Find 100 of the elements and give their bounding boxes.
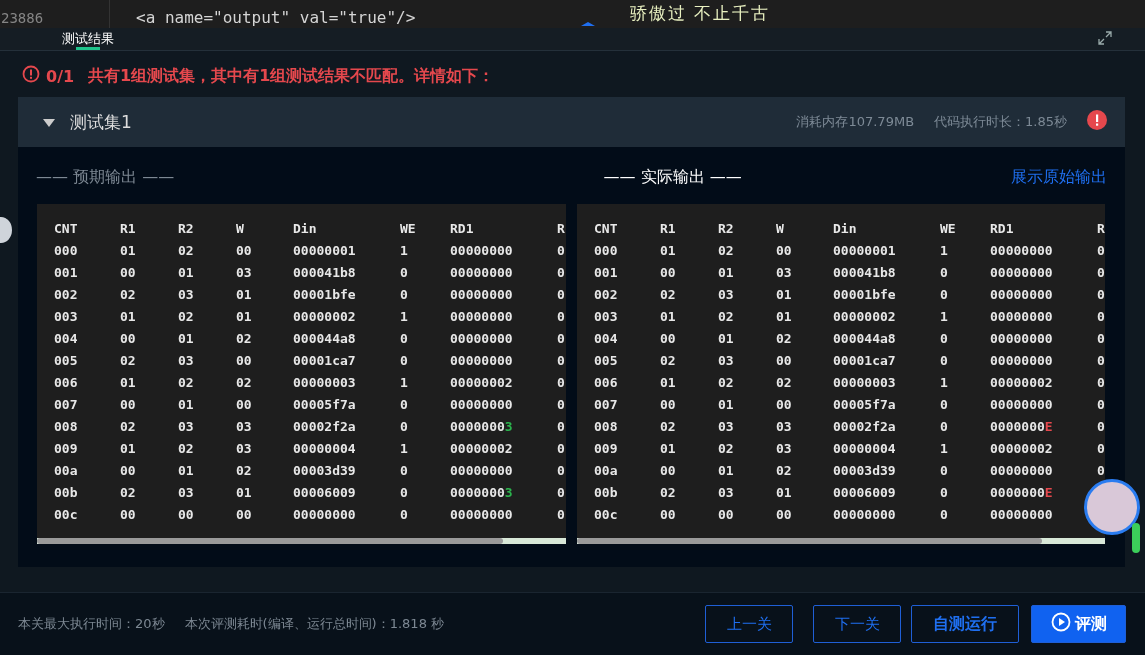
table-cell-text: 0 (400, 352, 409, 370)
table-cell-text: 00000002 (833, 308, 897, 326)
column-header: R2 (718, 220, 735, 238)
table-cell-text: 03 (776, 440, 793, 458)
action-button[interactable]: 评测 (1031, 605, 1126, 643)
horizontal-scrollbar[interactable] (577, 538, 1105, 544)
show-raw-output-link[interactable]: 展示原始输出 (1011, 167, 1107, 188)
table-cell-text: 00 (718, 506, 735, 524)
table-cell-text: 00 (236, 396, 253, 414)
table-cell-text: 0 (940, 462, 949, 480)
table-cell-text: 1 (940, 308, 949, 326)
table-cell-text: 007 (594, 396, 619, 414)
table-cell-text: 000041b8 (833, 264, 897, 282)
table-cell-text: 0 (557, 396, 566, 414)
table-cell-text: 01 (120, 242, 137, 260)
memory-usage: 消耗内存107.79MB (796, 113, 915, 131)
table-cell-text: 00000000 (990, 396, 1054, 414)
column-header: R (1097, 220, 1105, 238)
table-cell-text: 00000001 (293, 242, 357, 260)
table-cell-text: 0 (557, 308, 566, 326)
table-cell-text: 02 (178, 242, 195, 260)
max-time-text: 本关最大执行时间：20秒 (18, 615, 165, 633)
table-cell-text: 00 (660, 396, 677, 414)
table-cell-text: 1 (940, 440, 949, 458)
table-cell-text: 03 (718, 484, 735, 502)
table-cell-text: 01 (178, 330, 195, 348)
table-cell-text: 00000000 (450, 352, 514, 370)
table-cell-text: 02 (120, 352, 137, 370)
column-header: WE (940, 220, 957, 238)
table-cell-text: 0 (940, 506, 949, 524)
table-cell-text: 03 (718, 286, 735, 304)
table-cell-text: 0 (400, 286, 409, 304)
horizontal-scrollbar[interactable] (37, 538, 566, 544)
table-cell-text: 02 (178, 374, 195, 392)
test-set-header[interactable]: 测试集1 消耗内存107.79MB 代码执行时长：1.85秒 (18, 97, 1125, 147)
table-cell-text: 00000002 (293, 308, 357, 326)
table-cell-text: 0 (400, 264, 409, 282)
table-cell-text: 00000000 (990, 462, 1054, 480)
table-cell-text: 03 (236, 418, 253, 436)
table-cell-text: 00000000 (450, 242, 514, 260)
table-cell-text: 01 (236, 286, 253, 304)
result-message: 共有1组测试集，其中有1组测试结果不匹配。详情如下： (88, 65, 495, 87)
table-cell-text: 00 (660, 264, 677, 282)
table-cell-text: 002 (54, 286, 79, 304)
table-cell-text: 0 (400, 484, 409, 502)
column-header: RD1 (990, 220, 1015, 238)
table-cell-text: 0 (557, 330, 566, 348)
table-cell-text: 01 (776, 484, 793, 502)
table-cell-text: 01 (718, 462, 735, 480)
table-cell-text: 00000000 (450, 308, 514, 326)
table-cell-text: 0 (940, 352, 949, 370)
table-cell-text: 0 (940, 396, 949, 414)
scroll-indicator (1132, 523, 1140, 553)
table-cell-text: 02 (660, 286, 677, 304)
table-cell-text: 02 (718, 242, 735, 260)
table-cell-text: 00 (660, 330, 677, 348)
table-cell-text: 0 (400, 330, 409, 348)
table-cell-text: 02 (660, 418, 677, 436)
column-header: Din (833, 220, 858, 238)
table-cell-text: 0 (1097, 330, 1105, 348)
table-cell-text: 00c (54, 506, 79, 524)
table-cell-text: 01 (718, 330, 735, 348)
table-cell-text: 01 (236, 308, 253, 326)
table-cell-text: 00000000 (990, 330, 1054, 348)
table-cell-text: 00000003 (450, 418, 514, 436)
table-cell-text: 00000004 (833, 440, 897, 458)
table-cell-text: 0 (1097, 264, 1105, 282)
action-button[interactable]: 下一关 (813, 605, 901, 643)
table-cell-text: 01 (178, 264, 195, 282)
column-header: W (236, 220, 245, 238)
column-header: WE (400, 220, 417, 238)
table-cell-text: 00000000 (990, 308, 1054, 326)
table-cell-text: 00000000 (450, 330, 514, 348)
evaluation-time-text: 本次评测耗时(编译、运行总时间)：1.818 秒 (184, 615, 445, 633)
table-cell-text: 02 (236, 462, 253, 480)
table-cell-text: 00a (594, 462, 619, 480)
table-cell-text: 0000000E (990, 484, 1054, 502)
table-cell-text: 00000000 (293, 506, 357, 524)
action-button[interactable]: 上一关 (705, 605, 793, 643)
table-cell-text: 1 (400, 242, 409, 260)
action-button[interactable]: 自测运行 (911, 605, 1019, 643)
table-cell-text: 006 (54, 374, 79, 392)
table-cell-text: 03 (776, 418, 793, 436)
table-cell-text: 03 (718, 418, 735, 436)
table-cell-text: 00000004 (293, 440, 357, 458)
table-cell-text: 01 (120, 374, 137, 392)
table-cell-text: 0 (557, 286, 566, 304)
table-cell-text: 0 (400, 506, 409, 524)
table-cell-text: 0 (940, 264, 949, 282)
table-cell-text: 0 (1097, 440, 1105, 458)
panel-tab[interactable]: 测试结果 (60, 28, 116, 50)
table-cell-text: 01 (178, 396, 195, 414)
table-cell-text: 01 (236, 484, 253, 502)
table-cell-text: 000 (54, 242, 79, 260)
table-cell-text: 00c (594, 506, 619, 524)
table-cell-text: 00 (776, 506, 793, 524)
table-cell-text: 0 (1097, 286, 1105, 304)
table-cell-text: 00003d39 (293, 462, 357, 480)
table-cell-text: 006 (594, 374, 619, 392)
score-text: 0/1 (46, 66, 75, 86)
